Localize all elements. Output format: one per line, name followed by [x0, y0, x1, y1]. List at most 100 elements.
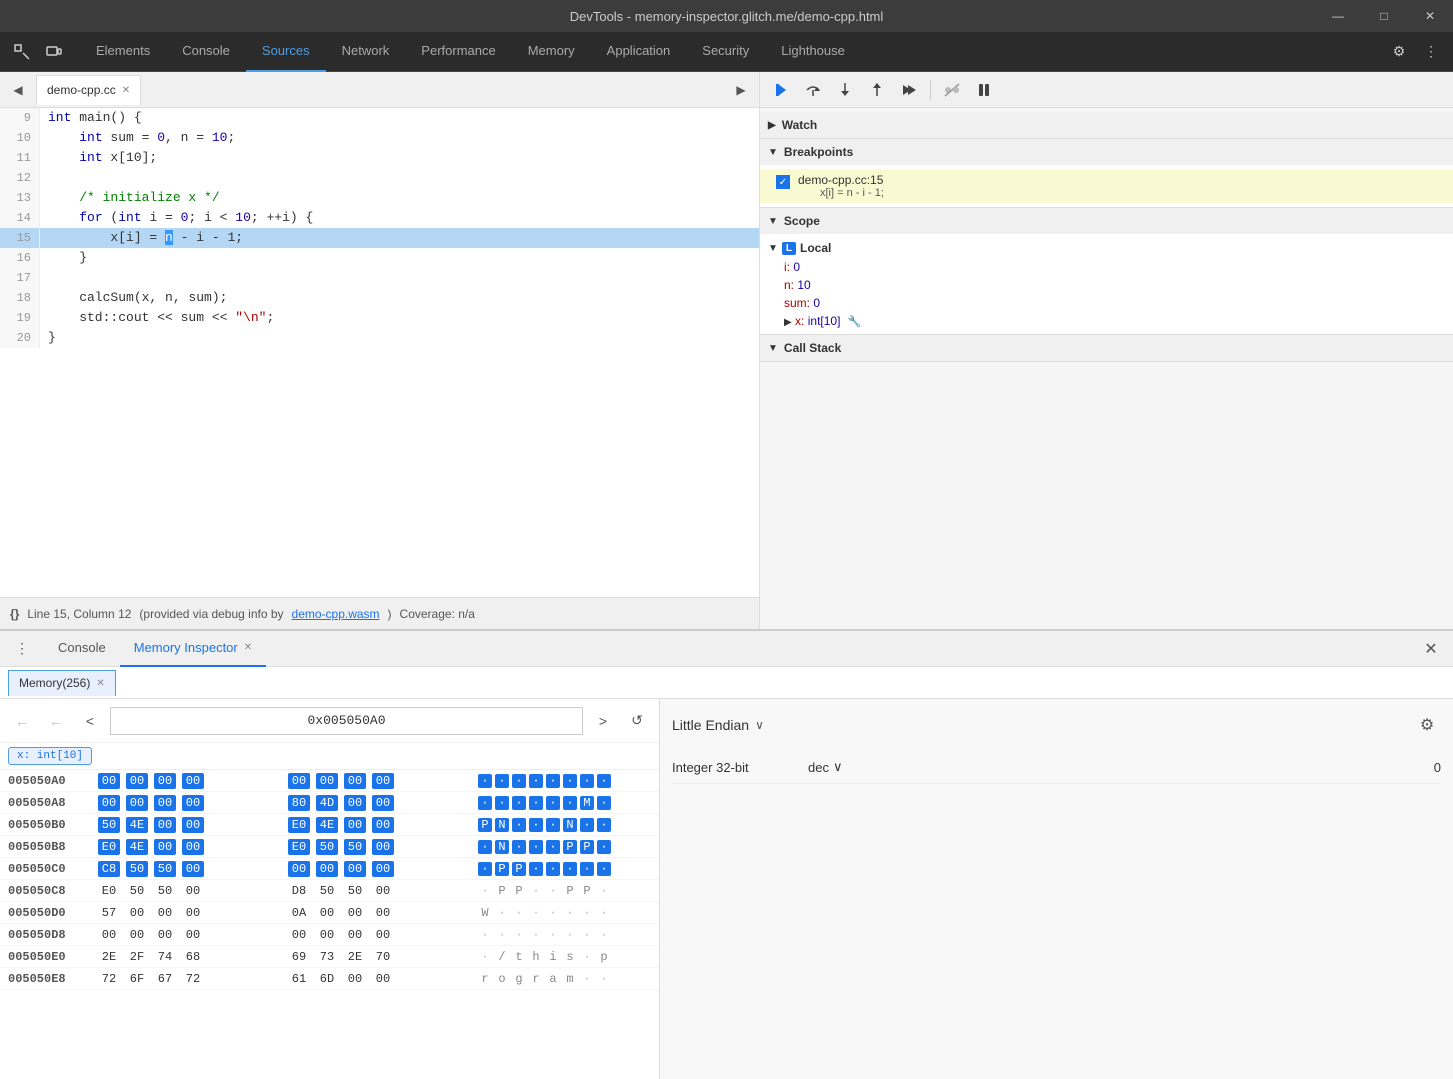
- code-line-9: 9 int main() {: [0, 108, 759, 128]
- status-curly-icon: {}: [10, 607, 19, 621]
- hex-row-b8: 005050B8 E0 4E 00 00 E0 50 50: [0, 836, 659, 858]
- type-encoding-int32[interactable]: dec ∨: [808, 759, 842, 775]
- type-row-int32: Integer 32-bit dec ∨ 0: [672, 751, 1441, 784]
- content-area: ◀ demo-cpp.cc ✕ ▶ 9 int main() { 1: [0, 72, 1453, 629]
- bottom-tab-right: ✕: [1417, 635, 1445, 663]
- refresh-button[interactable]: ↺: [623, 707, 651, 735]
- close-source-tab[interactable]: ✕: [122, 85, 130, 96]
- hex-row-c8: 005050C8 E0 50 50 00 D8 50 50: [0, 880, 659, 902]
- tab-performance[interactable]: Performance: [405, 32, 511, 72]
- var-i-key: i:: [784, 260, 790, 274]
- titlebar-title: DevTools - memory-inspector.glitch.me/de…: [570, 9, 884, 24]
- code-line-14: 14 for (int i = 0; i < 10; ++i) {: [0, 208, 759, 228]
- endian-select[interactable]: Little Endian ∨: [672, 717, 764, 733]
- bp-code: x[i] = n - i - 1;: [798, 187, 884, 199]
- tab-application[interactable]: Application: [591, 32, 687, 72]
- code-line-10: 10 int sum = 0, n = 10;: [0, 128, 759, 148]
- status-bar: {} Line 15, Column 12 (provided via debu…: [0, 597, 759, 629]
- top-tabs-bar: Elements Console Sources Network Perform…: [0, 32, 1453, 72]
- devtools-icons: [8, 38, 68, 66]
- minimize-button[interactable]: —: [1315, 0, 1361, 32]
- tab-lighthouse[interactable]: Lighthouse: [765, 32, 861, 72]
- code-scroll[interactable]: 9 int main() { 10 int sum = 0, n = 10; 1…: [0, 108, 759, 597]
- code-line-19: 19 std::cout << sum << "\n";: [0, 308, 759, 328]
- settings-icon[interactable]: ⚙: [1385, 38, 1413, 66]
- nav-back2-button[interactable]: ←: [42, 707, 70, 735]
- memory-settings-icon[interactable]: ⚙: [1413, 711, 1441, 739]
- nav-prev-button[interactable]: <: [76, 707, 104, 735]
- source-filename: demo-cpp.cc: [47, 83, 116, 97]
- wasm-link[interactable]: demo-cpp.wasm: [292, 607, 380, 621]
- tab-network[interactable]: Network: [326, 32, 406, 72]
- var-n-val: 10: [797, 278, 810, 292]
- code-line-20: 20 }: [0, 328, 759, 348]
- top-tab-right-icons: ⚙ ⋮: [1385, 38, 1445, 66]
- hex-row-d0: 005050D0 57 00 00 00 0A 00 00: [0, 902, 659, 924]
- callstack-header[interactable]: ▼ Call Stack: [760, 335, 1453, 361]
- memory-main: ← ← < > ↺ x: int[10]: [0, 699, 1453, 1079]
- step-button[interactable]: [896, 77, 922, 103]
- tab-console-bottom[interactable]: Console: [44, 631, 120, 667]
- mem-label-row: x: int[10]: [0, 743, 659, 770]
- memory-file-tabs: Memory(256) ✕: [0, 667, 1453, 699]
- tab-memory-inspector[interactable]: Memory Inspector ✕: [120, 631, 266, 667]
- hex-row-d8: 005050D8 00 00 00 00 00 00 00: [0, 924, 659, 946]
- close-bottom-panel[interactable]: ✕: [1417, 635, 1445, 663]
- var-x-key: x:: [795, 314, 804, 328]
- tab-sources[interactable]: Sources: [246, 32, 326, 72]
- breakpoints-body: demo-cpp.cc:15 x[i] = n - i - 1;: [760, 165, 1453, 207]
- device-toolbar-icon[interactable]: [40, 38, 68, 66]
- scope-var-sum: sum: 0: [760, 294, 1453, 312]
- source-tab-right: ▶: [727, 76, 755, 104]
- var-i-val: 0: [793, 260, 800, 274]
- resume-button[interactable]: [768, 77, 794, 103]
- scope-var-n: n: 10: [760, 276, 1453, 294]
- step-over-button[interactable]: [800, 77, 826, 103]
- nav-back-button[interactable]: ←: [8, 707, 36, 735]
- hex-row-a0: 005050A0 00 00 00 00 00 00 00: [0, 770, 659, 792]
- watch-header[interactable]: ▶ Watch: [760, 112, 1453, 138]
- close-memory-inspector-tab[interactable]: ✕: [244, 642, 252, 653]
- more-options-icon[interactable]: ⋮: [1417, 38, 1445, 66]
- maximize-button[interactable]: □: [1361, 0, 1407, 32]
- format-source-icon[interactable]: ▶: [727, 76, 755, 104]
- watch-triangle: ▶: [768, 120, 776, 131]
- nav-next-button[interactable]: >: [589, 707, 617, 735]
- scope-local-header[interactable]: ▼ L Local: [760, 238, 1453, 258]
- scope-var-x: ▶ x: int[10] 🔧: [760, 312, 1453, 330]
- inspect-element-icon[interactable]: [8, 38, 36, 66]
- debug-info-text: (provided via debug info by: [139, 607, 283, 621]
- memory-file-tab[interactable]: Memory(256) ✕: [8, 670, 116, 696]
- hex-row-e8: 005050E8 72 6F 67 72 61 6D 00: [0, 968, 659, 990]
- hex-grid[interactable]: 005050A0 00 00 00 00 00 00 00: [0, 770, 659, 1079]
- step-into-button[interactable]: [832, 77, 858, 103]
- pause-exceptions-button[interactable]: [971, 77, 997, 103]
- tab-console[interactable]: Console: [166, 32, 246, 72]
- source-file-tab[interactable]: demo-cpp.cc ✕: [36, 75, 141, 105]
- breakpoints-header[interactable]: ▼ Breakpoints: [760, 139, 1453, 165]
- bp-triangle: ▼: [768, 147, 778, 158]
- close-button[interactable]: ✕: [1407, 0, 1453, 32]
- hex-row-e0: 005050E0 2E 2F 74 68 69 73 2E: [0, 946, 659, 968]
- enc-arrow: ∨: [833, 759, 843, 775]
- scope-header[interactable]: ▼ Scope: [760, 208, 1453, 234]
- var-x-icon[interactable]: 🔧: [848, 316, 862, 328]
- watch-label: Watch: [782, 118, 818, 132]
- tab-memory[interactable]: Memory: [512, 32, 591, 72]
- type-label-int32: Integer 32-bit: [672, 760, 792, 775]
- debug-panels[interactable]: ▶ Watch ▼ Breakpoints demo-cpp.cc: [760, 108, 1453, 629]
- bottom-menu-icon[interactable]: ⋮: [8, 635, 36, 663]
- addr-nav: ← ← < > ↺: [0, 699, 659, 743]
- bp-checkbox[interactable]: [776, 175, 790, 189]
- deactivate-breakpoints-button[interactable]: [939, 77, 965, 103]
- source-sidebar-toggle[interactable]: ◀: [4, 76, 32, 104]
- local-badge: L: [782, 242, 796, 255]
- step-out-button[interactable]: [864, 77, 890, 103]
- var-x-expand[interactable]: ▶: [784, 317, 792, 328]
- tab-elements[interactable]: Elements: [80, 32, 166, 72]
- var-n-key: n:: [784, 278, 794, 292]
- close-memory-tab[interactable]: ✕: [96, 678, 104, 689]
- tab-security[interactable]: Security: [686, 32, 765, 72]
- addr-input[interactable]: [110, 707, 583, 735]
- var-x-val: int[10]: [808, 314, 841, 328]
